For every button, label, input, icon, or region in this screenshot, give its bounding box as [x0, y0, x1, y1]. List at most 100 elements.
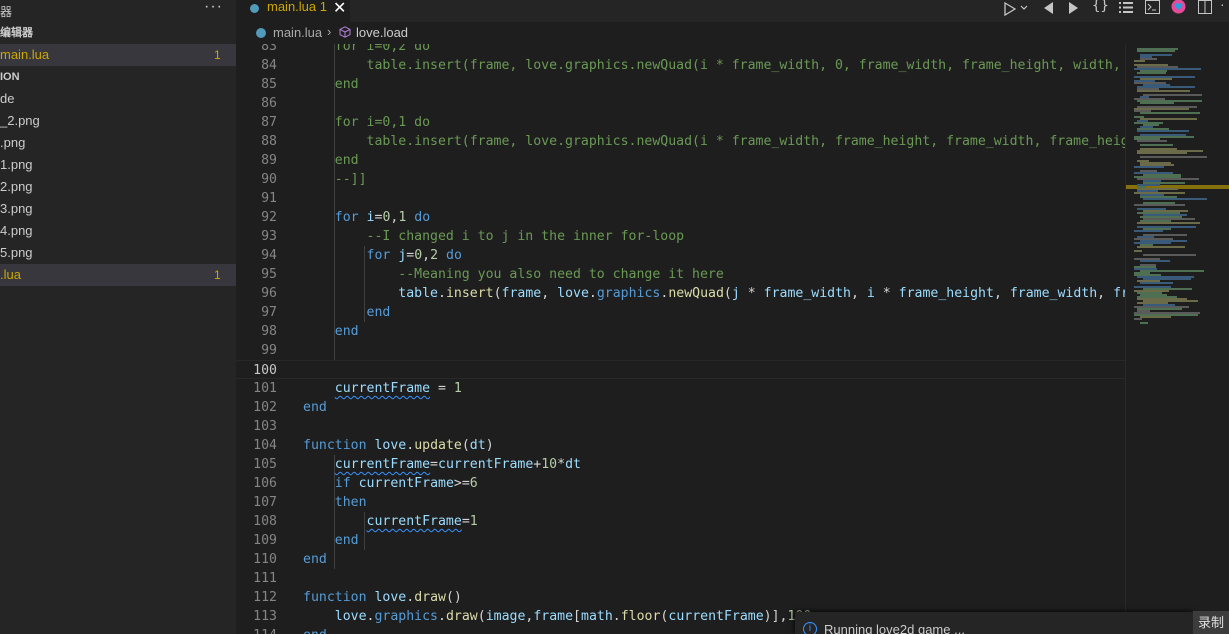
step-back-icon[interactable]: [1042, 1, 1054, 15]
sidebar-item[interactable]: de: [0, 88, 236, 110]
code-token: ,: [1097, 286, 1114, 301]
code-token: .: [406, 590, 415, 605]
line-number: 100: [253, 363, 277, 378]
notification-toast[interactable]: i Running love2d game ...: [795, 612, 1193, 634]
sidebar-item-label: _2.png: [0, 113, 40, 128]
problem-count-badge: 1: [214, 48, 221, 62]
code-token: graphics: [596, 286, 661, 301]
sidebar-item[interactable]: ION: [0, 66, 236, 88]
code-line[interactable]: 84 table.insert(frame, love.graphics.new…: [236, 56, 1125, 75]
step-forward-icon[interactable]: [1068, 1, 1080, 15]
sidebar-item[interactable]: _2.png: [0, 110, 236, 132]
code-token: *: [557, 457, 566, 472]
code-line[interactable]: 88 table.insert(frame, love.graphics.new…: [236, 132, 1125, 151]
code-line[interactable]: 102 end: [236, 398, 1125, 417]
code-line[interactable]: 97 end: [236, 303, 1125, 322]
line-number: 114: [236, 626, 277, 634]
code-text: end: [303, 550, 327, 569]
line-number: 88: [261, 134, 277, 149]
sidebar-header: 器 ···: [0, 0, 236, 22]
code-line[interactable]: 86: [236, 94, 1125, 113]
code-token: 10: [541, 457, 558, 472]
code-line[interactable]: 89 end: [236, 151, 1125, 170]
code-line[interactable]: 111: [236, 569, 1125, 588]
sidebar-item[interactable]: 1.png: [0, 154, 236, 176]
terminal-icon[interactable]: [1145, 0, 1160, 14]
more-actions-icon[interactable]: ···: [204, 0, 223, 16]
minimap-line: [1137, 246, 1185, 248]
tab-main-lua[interactable]: main.lua 1 ✕: [236, 0, 350, 22]
code-text: function love.draw(): [303, 588, 462, 607]
code-line[interactable]: 110 end: [236, 550, 1125, 569]
line-number: 90: [261, 172, 277, 187]
breadcrumb-symbol[interactable]: love.load: [356, 25, 408, 40]
code-token: for i=0,2 do: [334, 44, 431, 54]
code-text: end: [303, 322, 359, 341]
code-line[interactable]: 98 end: [236, 322, 1125, 341]
code-line[interactable]: 108 currentFrame=1: [236, 512, 1125, 531]
code-editor[interactable]: 83 for i=0,2 do 84 table.insert(frame, lo…: [236, 44, 1125, 634]
close-icon[interactable]: ✕: [333, 0, 346, 18]
record-button[interactable]: 录制: [1193, 611, 1229, 634]
code-token: 0: [414, 248, 423, 263]
line-number: 96: [261, 286, 277, 301]
code-line[interactable]: 87 for i=0,1 do: [236, 113, 1125, 132]
code-line[interactable]: 93 --I changed i to j in the inner for-l…: [236, 227, 1125, 246]
code-token: currentFrame: [334, 457, 431, 472]
chevron-down-icon[interactable]: [1020, 5, 1028, 11]
code-token: frame: [501, 286, 542, 301]
minimap-line: [1140, 144, 1173, 146]
code-line[interactable]: 94 for j=0,2 do: [236, 246, 1125, 265]
code-line[interactable]: 85 end: [236, 75, 1125, 94]
code-line[interactable]: 99: [236, 341, 1125, 360]
code-token: end: [366, 305, 391, 320]
code-line[interactable]: 103: [236, 417, 1125, 436]
minimap[interactable]: [1125, 44, 1229, 634]
code-token: for: [366, 248, 391, 263]
code-token: --Meaning you also need to change it her…: [303, 267, 724, 282]
code-text: table.insert(frame, love.graphics.newQua…: [303, 56, 1125, 75]
sidebar-item[interactable]: 2.png: [0, 176, 236, 198]
breadcrumb-file[interactable]: main.lua: [273, 25, 322, 40]
code-text: currentFrame=1: [303, 512, 478, 531]
code-line[interactable]: 109 end: [236, 531, 1125, 550]
code-text: function love.update(dt): [303, 436, 494, 455]
code-line[interactable]: 91: [236, 189, 1125, 208]
code-token: currentFrame: [668, 609, 764, 624]
code-token: [: [573, 609, 581, 624]
code-line[interactable]: 83 for i=0,2 do: [236, 44, 1125, 56]
code-line[interactable]: 96 table.insert(frame, love.graphics.new…: [236, 284, 1125, 303]
sidebar-title: 器: [0, 5, 13, 19]
sidebar-item[interactable]: 5.png: [0, 242, 236, 264]
code-line[interactable]: 101 currentFrame = 1: [236, 379, 1125, 398]
code-token: 2: [430, 248, 439, 263]
sidebar-item[interactable]: main.lua 1: [0, 44, 236, 66]
list-icon[interactable]: [1119, 1, 1133, 14]
code-line[interactable]: 92 for i=0,1 do: [236, 208, 1125, 227]
code-line[interactable]: 104 function love.update(dt): [236, 436, 1125, 455]
love-icon[interactable]: [1171, 0, 1186, 14]
code-token: newQuad: [668, 286, 724, 301]
sidebar-item[interactable]: .lua 1: [0, 264, 236, 286]
code-line[interactable]: 112 function love.draw(): [236, 588, 1125, 607]
braces-icon[interactable]: {}: [1092, 0, 1109, 14]
sidebar-item[interactable]: 3.png: [0, 198, 236, 220]
sidebar-item[interactable]: .png: [0, 132, 236, 154]
code-line[interactable]: 90 --]]: [236, 170, 1125, 189]
split-editor-icon[interactable]: [1198, 0, 1212, 14]
more-icon[interactable]: ·: [1220, 0, 1225, 12]
minimap-line: [1137, 90, 1190, 92]
sidebar-item[interactable]: 4.png: [0, 220, 236, 242]
minimap-line: [1140, 112, 1200, 114]
code-text: --I changed i to j in the inner for-loop: [303, 227, 685, 246]
code-line[interactable]: 105 currentFrame=currentFrame+10*dt: [236, 455, 1125, 474]
code-token: math: [581, 609, 613, 624]
code-line[interactable]: 95 --Meaning you also need to change it …: [236, 265, 1125, 284]
minimap-line: [1134, 166, 1164, 168]
minimap-line: [1140, 118, 1197, 120]
sidebar-item[interactable]: 编辑器: [0, 22, 236, 44]
code-line[interactable]: 100: [236, 360, 1125, 379]
code-line[interactable]: 107 then: [236, 493, 1125, 512]
run-icon[interactable]: [1004, 2, 1016, 16]
code-line[interactable]: 106 if currentFrame>=6: [236, 474, 1125, 493]
